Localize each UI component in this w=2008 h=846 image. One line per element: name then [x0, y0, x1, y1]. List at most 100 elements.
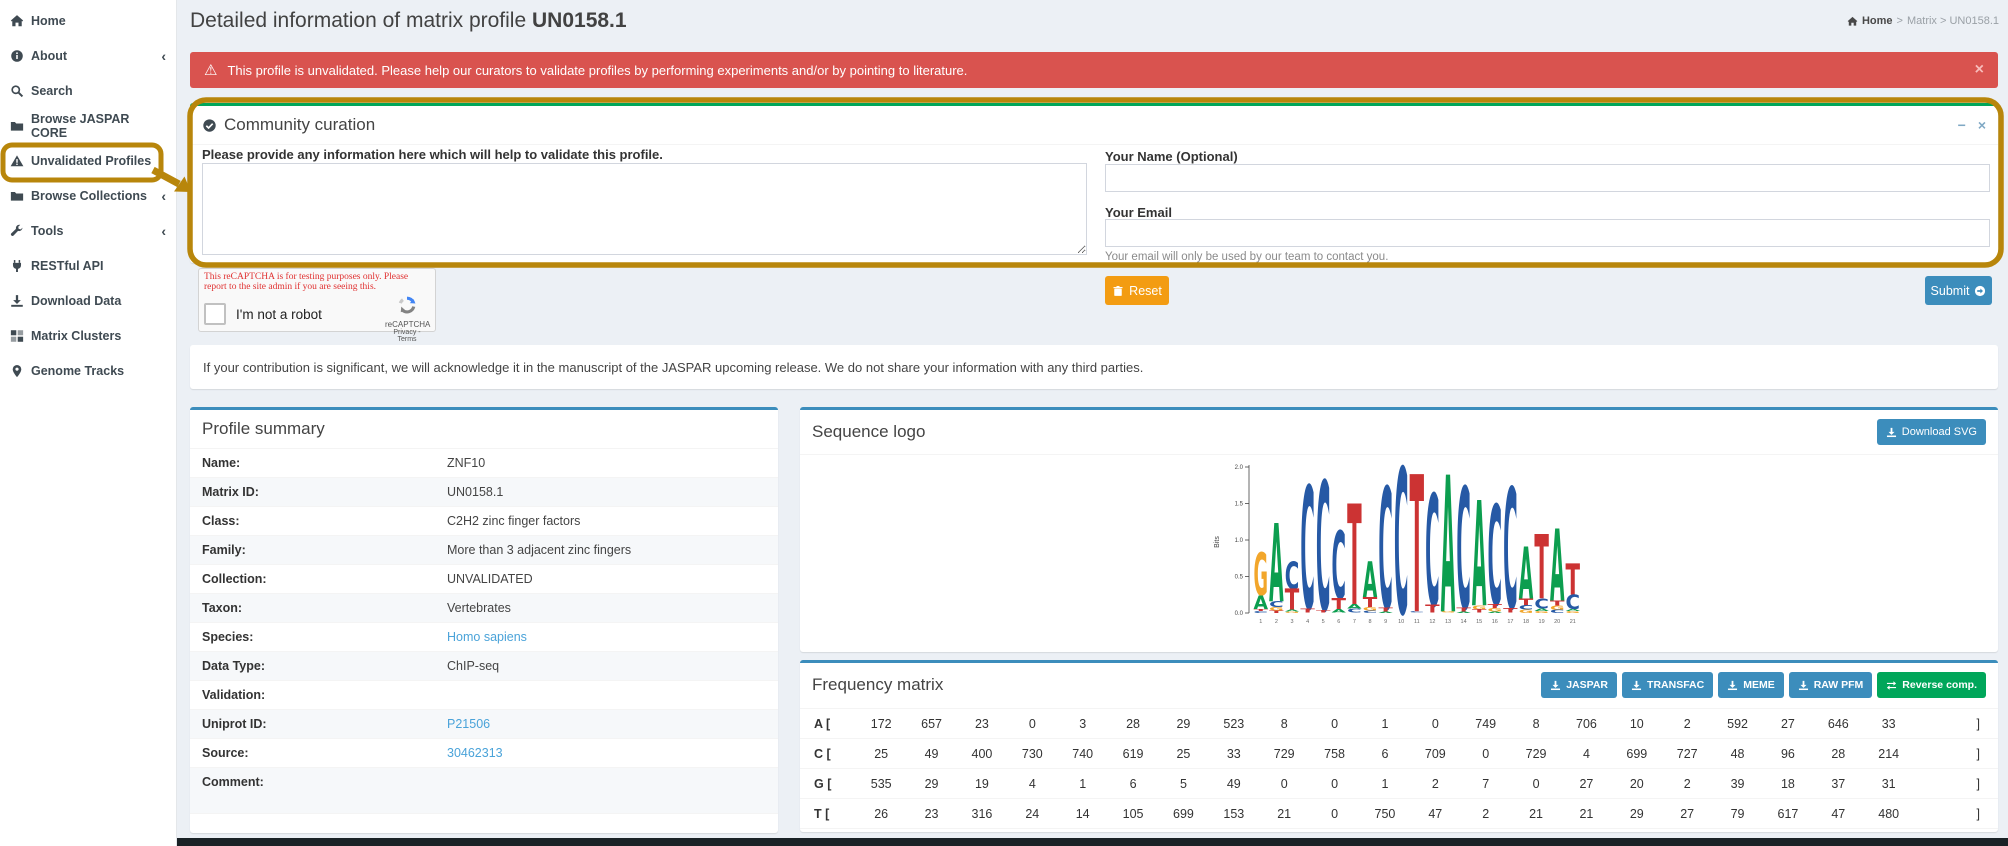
reset-button[interactable]: Reset	[1105, 276, 1169, 305]
profile-field-label: Validation:	[190, 681, 435, 710]
sidebar-item-matrix-clusters[interactable]: Matrix Clusters	[0, 318, 176, 353]
email-field[interactable]	[1105, 219, 1990, 247]
matrix-cell: 20	[1612, 777, 1662, 791]
breadcrumb-home-link[interactable]: Home	[1862, 15, 1893, 27]
frequency-matrix-panel: Frequency matrix JASPARTRANSFACMEMERAW P…	[800, 660, 1998, 832]
svg-text:C: C	[1456, 463, 1471, 631]
recaptcha-privacy-terms[interactable]: Privacy - Terms	[385, 329, 429, 343]
table-row: Name:ZNF10	[190, 449, 778, 478]
matrix-cell: 480	[1864, 807, 1914, 821]
recaptcha-checkbox[interactable]	[204, 303, 226, 325]
sidebar-item-home[interactable]: Home	[0, 3, 176, 38]
profile-field-label: Source:	[190, 739, 435, 768]
matrix-cell: 27	[1561, 777, 1611, 791]
profile-value-link[interactable]: Homo sapiens	[447, 630, 527, 644]
sidebar-item-restful-api[interactable]: RESTful API	[0, 248, 176, 283]
community-curation-header: Community curation − ×	[190, 106, 1998, 145]
matrix-row-label: A [	[814, 717, 856, 731]
matrix-cell: 47	[1813, 807, 1863, 821]
curation-info-textarea[interactable]	[202, 163, 1087, 255]
sidebar-item-tools[interactable]: Tools‹	[0, 213, 176, 248]
reverse-comp--button[interactable]: Reverse comp.	[1877, 672, 1986, 698]
email-label: Your Email	[1105, 205, 1172, 220]
sidebar-item-download-data[interactable]: Download Data	[0, 283, 176, 318]
matrix-cell: 21	[1511, 807, 1561, 821]
matrix-cell: 7	[1461, 777, 1511, 791]
sidebar-item-search[interactable]: Search	[0, 73, 176, 108]
sidebar-item-genome-tracks[interactable]: Genome Tracks	[0, 353, 176, 388]
sidebar-item-browse-collections[interactable]: Browse Collections‹	[0, 178, 176, 213]
matrix-cell: 0	[1309, 777, 1359, 791]
svg-text:C: C	[1347, 608, 1362, 614]
matrix-cell: 729	[1511, 747, 1561, 761]
svg-text:10: 10	[1398, 619, 1404, 625]
jaspar-button[interactable]: JASPAR	[1541, 672, 1617, 698]
profile-field-label: Taxon:	[190, 594, 435, 623]
matrix-cell: 24	[1007, 807, 1057, 821]
matrix-cell: 646	[1813, 717, 1863, 731]
profile-field-label: Name:	[190, 449, 435, 478]
page-title: Detailed information of matrix profile U…	[190, 9, 627, 33]
matrix-cell: 37	[1813, 777, 1863, 791]
minimize-icon[interactable]: −	[1958, 118, 1966, 132]
sidebar-item-about[interactable]: About‹	[0, 38, 176, 73]
svg-text:3: 3	[1290, 619, 1293, 625]
matrix-cell: 18	[1763, 777, 1813, 791]
svg-text:18: 18	[1522, 619, 1528, 625]
matrix-cell: 0	[1410, 717, 1460, 731]
sidebar-item-label: Matrix Clusters	[31, 329, 121, 343]
search-icon	[10, 84, 24, 98]
name-field[interactable]	[1105, 164, 1990, 192]
raw-pfm-button[interactable]: RAW PFM	[1789, 672, 1873, 698]
matrix-cell: 1	[1058, 777, 1108, 791]
matrix-cell: 0	[1461, 747, 1511, 761]
svg-text:C: C	[1549, 609, 1564, 614]
profile-value-link[interactable]: P21506	[447, 717, 490, 731]
svg-text:2.0: 2.0	[1234, 465, 1243, 471]
sidebar-item-unvalidated-profiles[interactable]: Unvalidated Profiles	[0, 143, 176, 178]
acknowledgment-text: If your contribution is significant, we …	[203, 360, 1143, 375]
svg-text:C: C	[1393, 463, 1408, 631]
download-svg-button[interactable]: Download SVG	[1877, 419, 1986, 445]
svg-text:12: 12	[1429, 619, 1435, 625]
exchange-icon	[1886, 680, 1897, 691]
profile-value-link[interactable]: 30462313	[447, 746, 503, 760]
svg-text:T: T	[1409, 463, 1424, 631]
download-icon	[1550, 680, 1561, 691]
matrix-row-A: A [1726572303282952380107498706102592276…	[800, 709, 1998, 739]
matrix-cell: 28	[1813, 747, 1863, 761]
matrix-cell: 657	[906, 717, 956, 731]
transfac-button[interactable]: TRANSFAC	[1622, 672, 1713, 698]
close-icon[interactable]: ×	[1975, 61, 1984, 79]
matrix-cell: 27	[1662, 807, 1712, 821]
meme-button[interactable]: MEME	[1718, 672, 1784, 698]
sidebar-item-browse-jaspar-core[interactable]: Browse JASPAR CORE	[0, 108, 176, 143]
breadcrumb: Home > Matrix > UN0158.1	[1847, 15, 1999, 27]
download-icon	[1631, 680, 1642, 691]
matrix-cell: 0	[1007, 717, 1057, 731]
matrix-cell: 535	[856, 777, 906, 791]
svg-text:G: G	[1284, 612, 1299, 614]
chevron-left-icon: ‹	[161, 189, 166, 203]
unvalidated-alert: ⚠ This profile is unvalidated. Please he…	[190, 52, 1998, 88]
profile-field-label: Matrix ID:	[190, 478, 435, 507]
profile-field-value: Vertebrates	[435, 594, 778, 623]
matrix-cell: 1	[1360, 717, 1410, 731]
svg-text:1: 1	[1259, 619, 1262, 625]
matrix-row-close: ]	[1914, 747, 1984, 761]
table-row: Family:More than 3 adjacent zinc fingers	[190, 536, 778, 565]
recaptcha-label: I'm not a robot	[236, 307, 322, 322]
matrix-cell: 23	[957, 717, 1007, 731]
grid-icon	[10, 329, 24, 343]
folder-icon	[10, 189, 24, 203]
svg-text:C: C	[1253, 611, 1268, 614]
matrix-cell: 4	[1561, 747, 1611, 761]
download-icon	[1727, 680, 1738, 691]
sidebar-item-label: RESTful API	[31, 259, 103, 273]
table-row: Collection:UNVALIDATED	[190, 565, 778, 594]
sidebar-item-label: Download Data	[31, 294, 121, 308]
close-icon[interactable]: ×	[1978, 118, 1986, 132]
folder-icon	[10, 119, 24, 133]
submit-button[interactable]: Submit	[1925, 276, 1992, 305]
chevron-left-icon: ‹	[161, 224, 166, 238]
